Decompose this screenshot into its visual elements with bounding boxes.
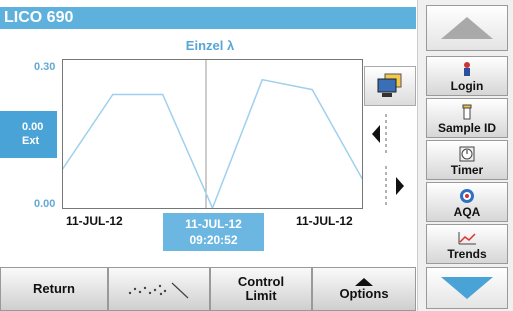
- readout-unit: Ext: [22, 135, 40, 147]
- plot-area[interactable]: [62, 59, 363, 209]
- x-label-left: 11-JUL-12: [66, 214, 123, 228]
- aqa-label: AQA: [453, 205, 481, 219]
- y-readout: 0.00 Ext: [0, 111, 57, 158]
- chevron-right-icon: [385, 166, 404, 206]
- series-group: [63, 78, 362, 208]
- arrow-down-icon: [441, 277, 493, 299]
- timer-label: Timer: [450, 163, 484, 177]
- options-button[interactable]: Options: [312, 267, 416, 311]
- x-label-right: 11-JUL-12: [296, 214, 353, 228]
- sample-id-label: Sample ID: [437, 121, 497, 135]
- chart-icon: [457, 229, 477, 247]
- readout-value: 0.00: [22, 121, 44, 133]
- cursor-right-button[interactable]: [364, 164, 416, 208]
- sample-id-button[interactable]: Sample ID: [426, 98, 508, 138]
- options-label: Options: [339, 286, 389, 301]
- cursor-left-button[interactable]: [364, 112, 416, 156]
- person-icon: [461, 61, 473, 79]
- scatter-icon: [128, 282, 189, 299]
- arrow-up-icon: [441, 17, 493, 39]
- line-chart: [63, 60, 362, 208]
- data-point: [112, 93, 114, 96]
- scroll-up-button[interactable]: [426, 5, 508, 51]
- data-point: [261, 78, 264, 81]
- selected-date: 11-JUL-12: [185, 217, 242, 231]
- return-label: Return: [33, 281, 75, 296]
- chevron-left-icon: [372, 114, 387, 154]
- control-limit-label-2: Limit: [245, 288, 277, 303]
- aqa-button[interactable]: AQA: [426, 182, 508, 222]
- clock-icon: [459, 145, 475, 163]
- scroll-down-button[interactable]: [426, 267, 508, 309]
- data-point: [311, 88, 313, 91]
- data-point: [161, 93, 164, 96]
- y-tick-top: 0.30: [34, 61, 56, 73]
- trends-label: Trends: [447, 247, 487, 261]
- control-limit-button[interactable]: Control Limit: [210, 267, 312, 311]
- login-label: Login: [450, 79, 484, 93]
- app-title: LICO 690: [4, 9, 74, 26]
- selected-point-label: 11-JUL-12 09:20:52: [163, 213, 264, 251]
- timer-button[interactable]: Timer: [426, 140, 508, 180]
- title-bar: LICO 690: [0, 7, 416, 29]
- globe-icon: [459, 187, 475, 205]
- selected-time: 09:20:52: [189, 233, 238, 247]
- y-tick-bottom: 0.00: [34, 198, 56, 210]
- login-button[interactable]: Login: [426, 56, 508, 96]
- control-limit-label-1: Control: [237, 274, 285, 289]
- chart-title: Einzel λ: [185, 38, 235, 53]
- return-button[interactable]: Return: [0, 267, 108, 311]
- display-mode-button[interactable]: [364, 66, 416, 106]
- plot-style-button[interactable]: [108, 267, 210, 311]
- trends-button[interactable]: Trends: [426, 224, 508, 264]
- vial-icon: [461, 103, 473, 121]
- series-line: [63, 78, 362, 208]
- monitor-icon: [377, 73, 402, 97]
